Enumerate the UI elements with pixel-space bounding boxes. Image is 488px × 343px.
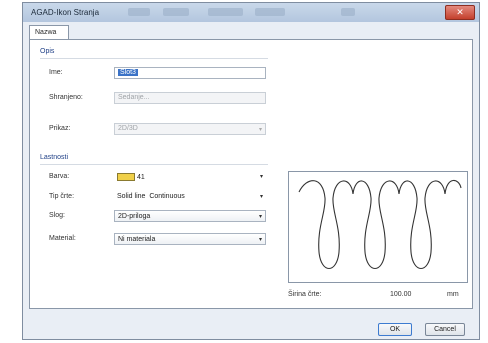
slog-label: Slog: — [49, 212, 65, 219]
scale-value: 100.00 — [390, 291, 412, 298]
group-label-lastnosti: Lastnosti — [40, 154, 69, 161]
ok-button[interactable]: OK — [378, 323, 412, 336]
chevron-down-icon: ▾ — [258, 237, 262, 243]
ime-input[interactable]: Slot3 — [114, 67, 266, 79]
group-label-opis: Opis — [40, 48, 55, 55]
shranjeno-label: Shranjeno: — [49, 94, 83, 101]
scale-label: Širina črte: — [288, 291, 322, 298]
tip-crte-label: Tip črte: — [49, 193, 75, 200]
slog-select[interactable]: 2D-priloga ▾ — [114, 210, 266, 222]
window-title: AGAD-Ikon Stranja — [31, 8, 100, 17]
chevron-down-icon: ▾ — [258, 214, 262, 220]
ime-label: Ime: — [49, 69, 63, 76]
tip-crte-value: Solid line — [117, 193, 146, 200]
barva-label: Barva: — [49, 173, 70, 180]
title-decoration — [163, 8, 189, 16]
shranjeno-field: Sedanje... — [114, 92, 266, 104]
material-label: Material: — [49, 235, 76, 242]
prikaz-value: 2D/3D — [118, 125, 138, 132]
ime-value: Slot3 — [118, 69, 138, 76]
tip-crte-select[interactable]: Solid line Continuous ▾ — [114, 191, 266, 203]
material-select[interactable]: Ni materiala ▾ — [114, 233, 266, 245]
title-decoration — [208, 8, 243, 16]
color-swatch — [117, 173, 135, 181]
tip-crte-secondary: Continuous — [149, 193, 185, 200]
group-divider — [40, 164, 268, 165]
tab-nazwa[interactable]: Nazwa — [29, 25, 69, 40]
prikaz-label: Prikaz: — [49, 125, 71, 132]
chevron-down-icon: ▾ — [258, 127, 262, 133]
slog-value: 2D-priloga — [118, 213, 151, 220]
dialog-window: AGAD-Ikon Stranja ✕ Nazwa Opis Ime: Slot… — [22, 2, 480, 340]
line-pattern-graphic — [298, 179, 462, 270]
title-bar[interactable]: AGAD-Ikon Stranja ✕ — [23, 3, 479, 22]
line-type-preview — [288, 171, 468, 283]
title-decoration — [341, 8, 355, 16]
barva-select[interactable]: 41 ▾ — [114, 171, 266, 183]
group-divider — [40, 58, 268, 59]
close-icon: ✕ — [456, 7, 464, 17]
chevron-down-icon: ▾ — [259, 174, 263, 180]
chevron-down-icon: ▾ — [259, 194, 263, 200]
title-decoration — [255, 8, 285, 16]
close-button[interactable]: ✕ — [445, 5, 475, 20]
scale-unit: mm — [447, 291, 459, 298]
barva-value: 41 — [137, 173, 145, 181]
tab-panel: Opis Ime: Slot3 Shranjeno: Sedanje... Pr… — [29, 39, 473, 309]
cancel-button[interactable]: Cancel — [425, 323, 465, 336]
material-value: Ni materiala — [118, 236, 156, 243]
prikaz-select: 2D/3D ▾ — [114, 123, 266, 135]
title-decoration — [128, 8, 150, 16]
